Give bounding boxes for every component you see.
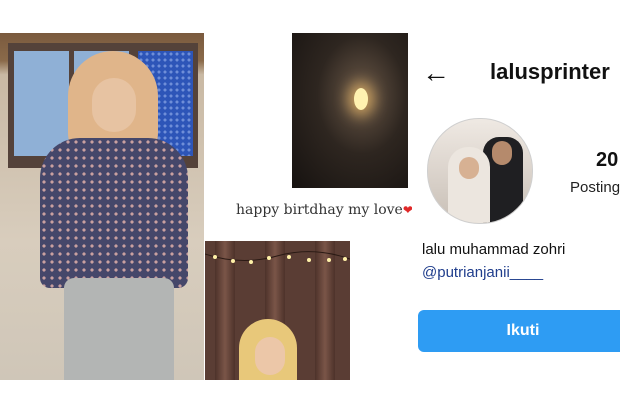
- birthday-caption: happy birtdhay my love❤: [236, 202, 413, 218]
- profile-username: lalusprinter: [490, 59, 610, 84]
- profile-mention-link[interactable]: @putrianjanii____: [422, 264, 543, 281]
- photo-woman-lights: [205, 241, 350, 380]
- string-lights: [205, 251, 350, 264]
- back-arrow-icon[interactable]: ←: [422, 59, 450, 87]
- caption-text: happy birtdhay my love: [236, 202, 403, 218]
- posts-label[interactable]: Posting: [570, 179, 620, 196]
- profile-full-name: lalu muhammad zohri: [422, 241, 566, 258]
- photo-candle: [292, 33, 408, 188]
- posts-count[interactable]: 20: [596, 149, 618, 172]
- follow-button[interactable]: Ikuti: [418, 310, 620, 352]
- candle-flame: [354, 88, 368, 110]
- instagram-profile: ← lalusprinter 20 Posting lalu muhammad …: [412, 33, 620, 380]
- photo-woman-standing: [0, 33, 204, 380]
- avatar[interactable]: [427, 118, 533, 224]
